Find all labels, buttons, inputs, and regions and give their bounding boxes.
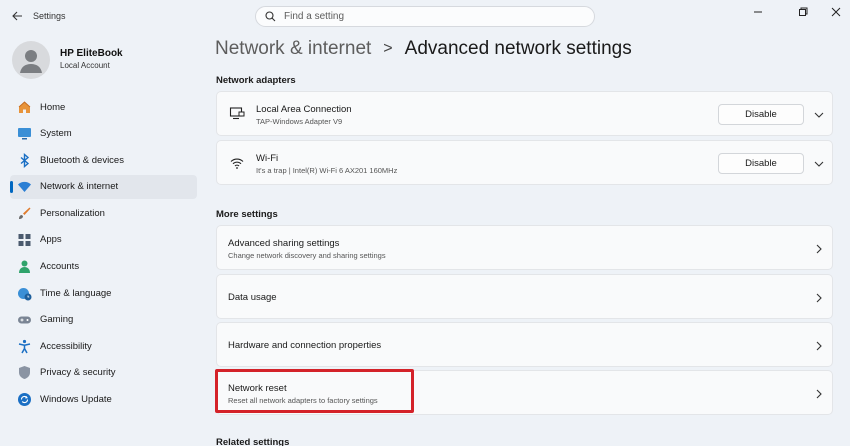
- sidebar-item-bluetooth[interactable]: Bluetooth & devices: [10, 148, 197, 172]
- search-box[interactable]: Find a setting: [255, 6, 595, 27]
- breadcrumb-separator: >: [383, 40, 393, 57]
- title-bar: Settings Find a setting: [0, 0, 850, 32]
- sidebar-item-personalization[interactable]: Personalization: [10, 201, 197, 225]
- adapter-card-wifi[interactable]: Wi-Fi It's a trap | Intel(R) Wi-Fi 6 AX2…: [216, 140, 833, 185]
- brush-icon: [17, 206, 32, 221]
- minimize-button[interactable]: [747, 4, 769, 20]
- sidebar-item-apps[interactable]: Apps: [10, 228, 197, 252]
- gamepad-icon: [17, 312, 32, 327]
- app-title: Settings: [33, 11, 66, 21]
- ethernet-icon: [229, 106, 245, 122]
- sidebar-item-accounts[interactable]: Accounts: [10, 255, 197, 279]
- chevron-right-icon: [813, 243, 825, 255]
- close-button[interactable]: [825, 4, 847, 20]
- network-adapters-heading: Network adapters: [216, 75, 296, 86]
- row-title: Hardware and connection properties: [228, 340, 382, 351]
- disable-button[interactable]: Disable: [718, 104, 804, 125]
- restore-icon: [799, 7, 808, 16]
- data-usage-row[interactable]: Data usage: [216, 274, 833, 319]
- minimize-icon: [754, 11, 762, 13]
- user-avatar-icon: [20, 50, 42, 73]
- highlight-annotation-box: [215, 369, 414, 413]
- advanced-sharing-settings-row[interactable]: Advanced sharing settings Change network…: [216, 225, 833, 270]
- adapter-card-local-area[interactable]: Local Area Connection TAP-Windows Adapte…: [216, 91, 833, 136]
- sidebar-item-gaming[interactable]: Gaming: [10, 308, 197, 332]
- wifi-icon: [229, 155, 245, 171]
- apps-icon: [17, 232, 32, 247]
- back-button[interactable]: [8, 7, 26, 25]
- sidebar-item-privacy-security[interactable]: Privacy & security: [10, 361, 197, 385]
- update-icon: [17, 392, 32, 407]
- breadcrumb: Network & internet > Advanced network se…: [215, 38, 632, 60]
- wifi-icon: [17, 179, 32, 194]
- adapter-name: Wi-Fi: [256, 153, 279, 164]
- accessibility-icon: [17, 339, 32, 354]
- hardware-connection-properties-row[interactable]: Hardware and connection properties: [216, 322, 833, 367]
- row-description: Change network discovery and sharing set…: [228, 251, 386, 260]
- disable-button[interactable]: Disable: [718, 153, 804, 174]
- shield-icon: [17, 365, 32, 380]
- breadcrumb-parent-link[interactable]: Network & internet: [215, 38, 371, 60]
- sidebar-item-accessibility[interactable]: Accessibility: [10, 334, 197, 358]
- close-icon: [831, 7, 841, 17]
- sidebar-item-system[interactable]: System: [10, 122, 197, 146]
- adapter-name: Local Area Connection: [256, 104, 352, 115]
- maximize-button[interactable]: [792, 4, 814, 20]
- sidebar-item-windows-update[interactable]: Windows Update: [10, 388, 197, 412]
- chevron-right-icon: [813, 292, 825, 304]
- chevron-right-icon: [813, 388, 825, 400]
- account-type: Local Account: [60, 61, 110, 70]
- row-title: Advanced sharing settings: [228, 238, 340, 249]
- user-name: HP EliteBook: [60, 48, 123, 59]
- related-settings-heading: Related settings: [216, 437, 290, 446]
- chevron-down-icon[interactable]: [813, 158, 825, 170]
- row-title: Data usage: [228, 292, 277, 303]
- search-icon: [265, 11, 276, 22]
- sidebar-item-time-language[interactable]: Time & language: [10, 281, 197, 305]
- globe-clock-icon: [17, 286, 32, 301]
- sidebar-item-home[interactable]: Home: [10, 95, 197, 119]
- adapter-detail: It's a trap | Intel(R) Wi-Fi 6 AX201 160…: [256, 166, 398, 175]
- accounts-icon: [17, 259, 32, 274]
- search-input[interactable]: Find a setting: [284, 11, 344, 22]
- page-title: Advanced network settings: [404, 38, 632, 59]
- sidebar-nav: Home System Bluetooth & devices Network …: [10, 95, 197, 414]
- sidebar-item-network[interactable]: Network & internet: [10, 174, 197, 199]
- bluetooth-icon: [17, 152, 32, 168]
- home-icon: [17, 100, 32, 115]
- chevron-down-icon[interactable]: [813, 109, 825, 121]
- adapter-detail: TAP-Windows Adapter V9: [256, 117, 343, 126]
- chevron-right-icon: [813, 340, 825, 352]
- avatar: [12, 41, 50, 79]
- system-icon: [17, 126, 32, 141]
- more-settings-heading: More settings: [216, 209, 278, 220]
- back-arrow-icon: [11, 11, 22, 21]
